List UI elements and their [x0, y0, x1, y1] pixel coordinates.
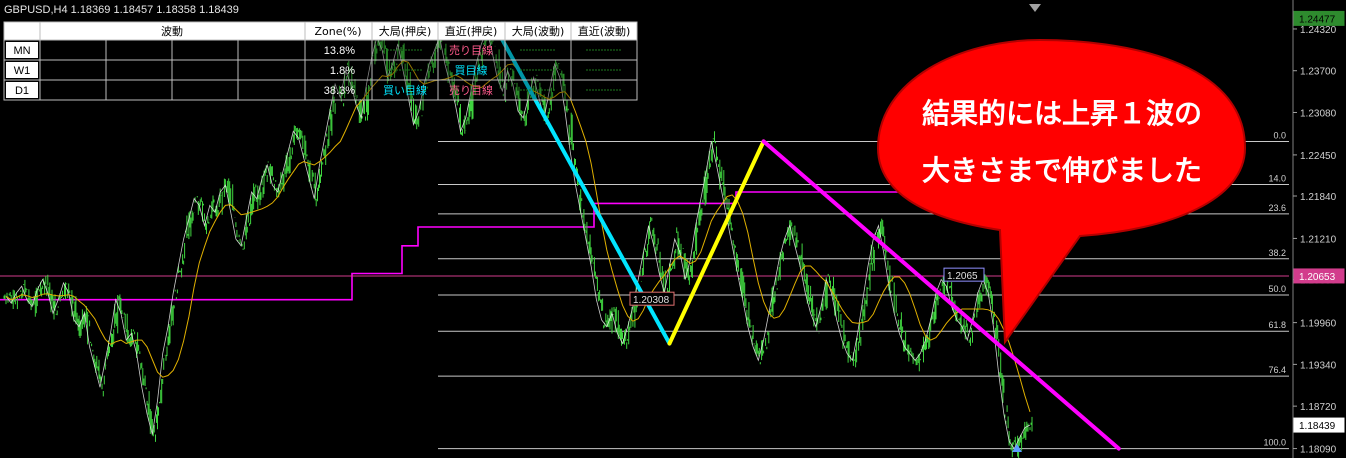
y-axis-tick-label: 1.22450 [1300, 151, 1337, 162]
fib-level-label: 61.8 [1268, 320, 1286, 330]
near-push-cell: 売り目線 [449, 83, 493, 97]
callout-text-line-1: 結果的には上昇１波の [922, 97, 1202, 130]
fib-level-label: 38.2 [1268, 248, 1286, 258]
zone-percent: 38.3% [324, 85, 355, 97]
near-push-cell: 売り目線 [449, 43, 493, 57]
callout-text-line-2: 大きさまで伸びました [922, 154, 1202, 187]
table-header-cell: Zone(%) [314, 25, 361, 38]
price-label: 1.18439 [1299, 421, 1336, 432]
big-push-cell: 買い目線 [383, 83, 427, 97]
zone-percent: 13.8% [324, 45, 355, 57]
table-header-cell: 波動 [161, 24, 183, 38]
timeframe-label: W1 [14, 65, 31, 77]
zone-percent: 1.8% [330, 65, 355, 77]
y-axis-tick-label: 1.24320 [1300, 25, 1337, 36]
fib-level-label: 14.0 [1268, 173, 1286, 183]
table-header-cell: 大局(波動) [512, 24, 565, 38]
y-axis-tick-label: 1.21210 [1300, 234, 1337, 245]
y-axis-tick-label: 1.23080 [1300, 108, 1337, 119]
y-axis-tick-label: 1.21840 [1300, 192, 1337, 203]
symbol-info: GBPUSD,H4 1.18369 1.18457 1.18358 1.1843… [4, 4, 239, 16]
price-label: 1.20653 [1299, 272, 1336, 283]
near-push-cell: 買目線 [455, 63, 488, 77]
annotation-label: 1.2065 [947, 271, 978, 282]
timeframe-label: D1 [15, 85, 29, 97]
fib-level-label: 50.0 [1268, 284, 1286, 294]
fib-level-label: 23.6 [1268, 203, 1286, 213]
y-axis-tick-label: 1.18720 [1300, 402, 1337, 413]
price-chart[interactable]: 0.0 14.0 23.6 38.2 50.0 61.8 76.4 100.0 1.20308… [0, 0, 1346, 458]
fib-level-label: 100.0 [1263, 438, 1286, 448]
table-header-cell: 直近(波動) [578, 24, 631, 38]
price-label: 1.24477 [1299, 14, 1336, 25]
timeframe-label: MN [13, 45, 30, 57]
table-header-cell: 大局(押戻) [379, 24, 432, 38]
wave-info-table: 波動 Zone(%) 大局(押戻) 直近(押戻) 大局(波動) 直近(波動) MN 13.8%… [3, 21, 638, 101]
fib-level-label: 0.0 [1273, 130, 1286, 140]
table-header-cell: 直近(押戻) [445, 24, 498, 38]
y-axis-tick-label: 1.23700 [1300, 67, 1337, 78]
annotation-label: 1.20308 [633, 295, 670, 306]
symbol-timeframe: GBPUSD,H4 [4, 4, 68, 16]
y-axis-tick-label: 1.19340 [1300, 360, 1337, 371]
y-axis-tick-label: 1.18090 [1300, 445, 1337, 456]
fib-level-label: 76.4 [1268, 365, 1286, 375]
y-axis-tick-label: 1.19960 [1300, 319, 1337, 330]
ohlc-values: 1.18369 1.18457 1.18358 1.18439 [70, 4, 239, 16]
